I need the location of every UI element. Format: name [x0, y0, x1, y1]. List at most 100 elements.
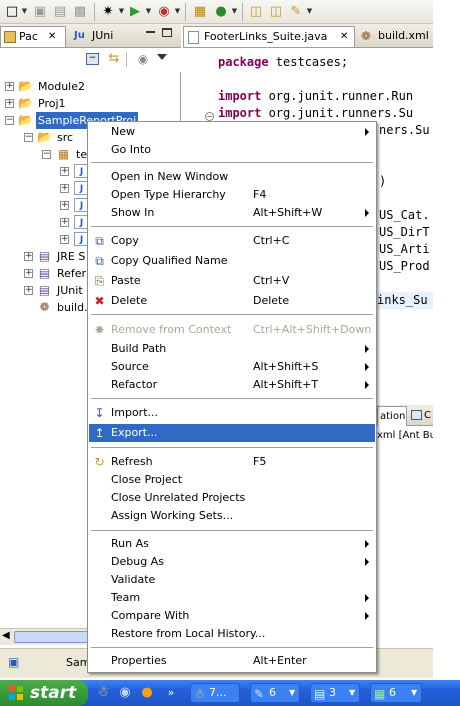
new-icon[interactable]: □ [4, 4, 20, 20]
debug-icon[interactable]: ✷ [100, 4, 116, 20]
expand-icon[interactable]: + [60, 167, 69, 176]
new-dropdown-icon[interactable]: ▼ [21, 7, 28, 16]
menu-item-import[interactable]: ↧ Import... [89, 404, 375, 422]
tab-ant-console[interactable]: ation [377, 406, 407, 426]
menu-item-run-as[interactable]: Run As [89, 535, 375, 553]
menu-item-team[interactable]: Team [89, 589, 375, 607]
collapse-icon[interactable]: − [42, 150, 51, 159]
link-with-editor-icon[interactable]: ⇆ [106, 52, 122, 66]
submenu-arrow-icon [365, 612, 369, 620]
code-line[interactable]: US_DirT [379, 224, 430, 241]
taskbar-button[interactable]: ▤ 3 ▼ [310, 683, 360, 703]
menu-item-show-in[interactable]: Show In Alt+Shift+W [89, 204, 375, 222]
start-button[interactable]: start [0, 680, 88, 706]
tree-item-module2[interactable]: + 📂 Module2 [0, 78, 181, 95]
fold-icon[interactable]: − [205, 112, 214, 121]
menu-item-refresh[interactable]: ↻ Refresh F5 [89, 453, 375, 471]
menu-item-restore-from-local-history[interactable]: Restore from Local History... [89, 625, 375, 643]
menu-item-source[interactable]: Source Alt+Shift+S [89, 358, 375, 376]
menu-item-label: Copy [111, 234, 139, 247]
expand-icon[interactable]: + [60, 218, 69, 227]
menu-item-copy-qualified-name[interactable]: ⧉ Copy Qualified Name [89, 252, 375, 270]
tab-build-xml[interactable]: ❁ build.xml [359, 26, 433, 47]
expand-icon[interactable]: + [60, 184, 69, 193]
close-icon[interactable]: ✕ [340, 27, 348, 47]
console-icon [411, 410, 422, 420]
minimize-icon[interactable] [146, 30, 155, 33]
code-line[interactable]: import org.junit.runner.Run [218, 88, 413, 105]
quicklaunch-browser-icon[interactable]: ● [139, 685, 155, 701]
tab-console[interactable]: C [409, 407, 433, 425]
code-line[interactable]: package testcases; [218, 54, 348, 71]
code-line[interactable]: import org.junit.runners.Su [218, 105, 413, 122]
fast-view-icon[interactable]: ▣ [8, 655, 19, 669]
menu-item-go-into[interactable]: Go Into [89, 141, 375, 159]
quicklaunch-app-icon[interactable]: ◉ [117, 685, 133, 701]
menu-item-copy[interactable]: ⧉ Copy Ctrl+C [89, 232, 375, 250]
menu-item-validate[interactable]: Validate [89, 571, 375, 589]
external-tools-icon[interactable]: ◉ [156, 4, 172, 20]
menu-item-close-project[interactable]: Close Project [89, 471, 375, 489]
menu-item-remove-from-context[interactable]: ✸ Remove from Context Ctrl+Alt+Shift+Down [89, 321, 375, 339]
code-line[interactable]: ) [379, 173, 386, 190]
collapse-icon[interactable]: − [5, 116, 14, 125]
quicklaunch-more-icon[interactable]: » [163, 685, 179, 701]
expand-icon[interactable]: + [24, 286, 33, 295]
menu-item-open-in-new-window[interactable]: Open in New Window [89, 168, 375, 186]
menu-item-open-type-hierarchy[interactable]: Open Type Hierarchy F4 [89, 186, 375, 204]
new-class-icon[interactable]: ● [213, 4, 229, 20]
menu-item-shortcut: Delete [253, 294, 290, 307]
expand-icon[interactable]: + [5, 82, 14, 91]
search-icon[interactable]: ✎ [288, 4, 304, 20]
new-package-icon[interactable]: ▦ [192, 4, 208, 20]
expand-icon[interactable]: + [60, 201, 69, 210]
run-icon[interactable]: ▶ [127, 4, 143, 20]
print-icon[interactable]: ▩ [72, 4, 88, 20]
external-tools-dropdown-icon[interactable]: ▼ [174, 7, 181, 16]
tab-package-explorer[interactable]: Pac ✕ [0, 26, 66, 47]
taskbar-button[interactable]: ☃ 7... [190, 683, 240, 703]
code-line[interactable]: US_Cat. [379, 207, 430, 224]
taskbar-button[interactable]: ▦ 6 ▼ [370, 683, 422, 703]
taskbar-button[interactable]: ✎ 6 ▼ [250, 683, 300, 703]
code-line[interactable]: US_Arti [379, 241, 430, 258]
menu-item-compare-with[interactable]: Compare With [89, 607, 375, 625]
new-class-dropdown-icon[interactable]: ▼ [231, 7, 238, 16]
close-icon[interactable]: ✕ [48, 27, 56, 47]
menu-item-delete[interactable]: ✖ Delete Delete [89, 292, 375, 310]
tree-item-proj1[interactable]: + 📂 Proj1 [0, 95, 181, 112]
collapse-icon[interactable]: − [24, 133, 33, 142]
code-line[interactable]: US_Prod [379, 258, 430, 275]
tab-footerlinks-suite[interactable]: FooterLinks_Suite.java ✕ [183, 26, 355, 47]
collapse-all-icon[interactable]: − [86, 53, 99, 65]
tab-junit[interactable]: Ju JUni [70, 26, 130, 47]
menu-item-export[interactable]: ↥ Export... [89, 424, 375, 442]
code-line[interactable]: ners.Su [379, 122, 430, 139]
save-icon[interactable]: ▣ [32, 4, 48, 20]
menu-item-close-unrelated-projects[interactable]: Close Unrelated Projects [89, 489, 375, 507]
open-type-icon[interactable]: ◫ [248, 4, 264, 20]
menu-item-build-path[interactable]: Build Path [89, 340, 375, 358]
expand-icon[interactable]: + [24, 269, 33, 278]
filters-icon[interactable]: ◉ [135, 52, 151, 66]
save-all-icon[interactable]: ▤ [52, 4, 68, 20]
menu-item-paste[interactable]: ⎘ Paste Ctrl+V [89, 272, 375, 290]
menu-item-properties[interactable]: Properties Alt+Enter [89, 652, 375, 670]
expand-icon[interactable]: + [5, 99, 14, 108]
menu-item-new[interactable]: New [89, 123, 375, 141]
tab-label: build.xml [378, 29, 429, 42]
expand-icon[interactable]: + [60, 235, 69, 244]
code-line-highlighted[interactable]: inks_Su [377, 292, 433, 309]
open-resource-icon[interactable]: ◫ [268, 4, 284, 20]
menu-item-assign-working-sets[interactable]: Assign Working Sets... [89, 507, 375, 525]
quicklaunch-app-icon[interactable]: ☃ [95, 685, 111, 701]
scroll-left-icon[interactable]: ◀ [2, 630, 10, 641]
view-menu-icon[interactable] [157, 54, 167, 60]
debug-dropdown-icon[interactable]: ▼ [118, 7, 125, 16]
run-dropdown-icon[interactable]: ▼ [145, 7, 152, 16]
search-dropdown-icon[interactable]: ▼ [306, 7, 313, 16]
menu-item-refactor[interactable]: Refactor Alt+Shift+T [89, 376, 375, 394]
menu-item-debug-as[interactable]: Debug As [89, 553, 375, 571]
maximize-icon[interactable] [162, 28, 172, 37]
expand-icon[interactable]: + [24, 252, 33, 261]
